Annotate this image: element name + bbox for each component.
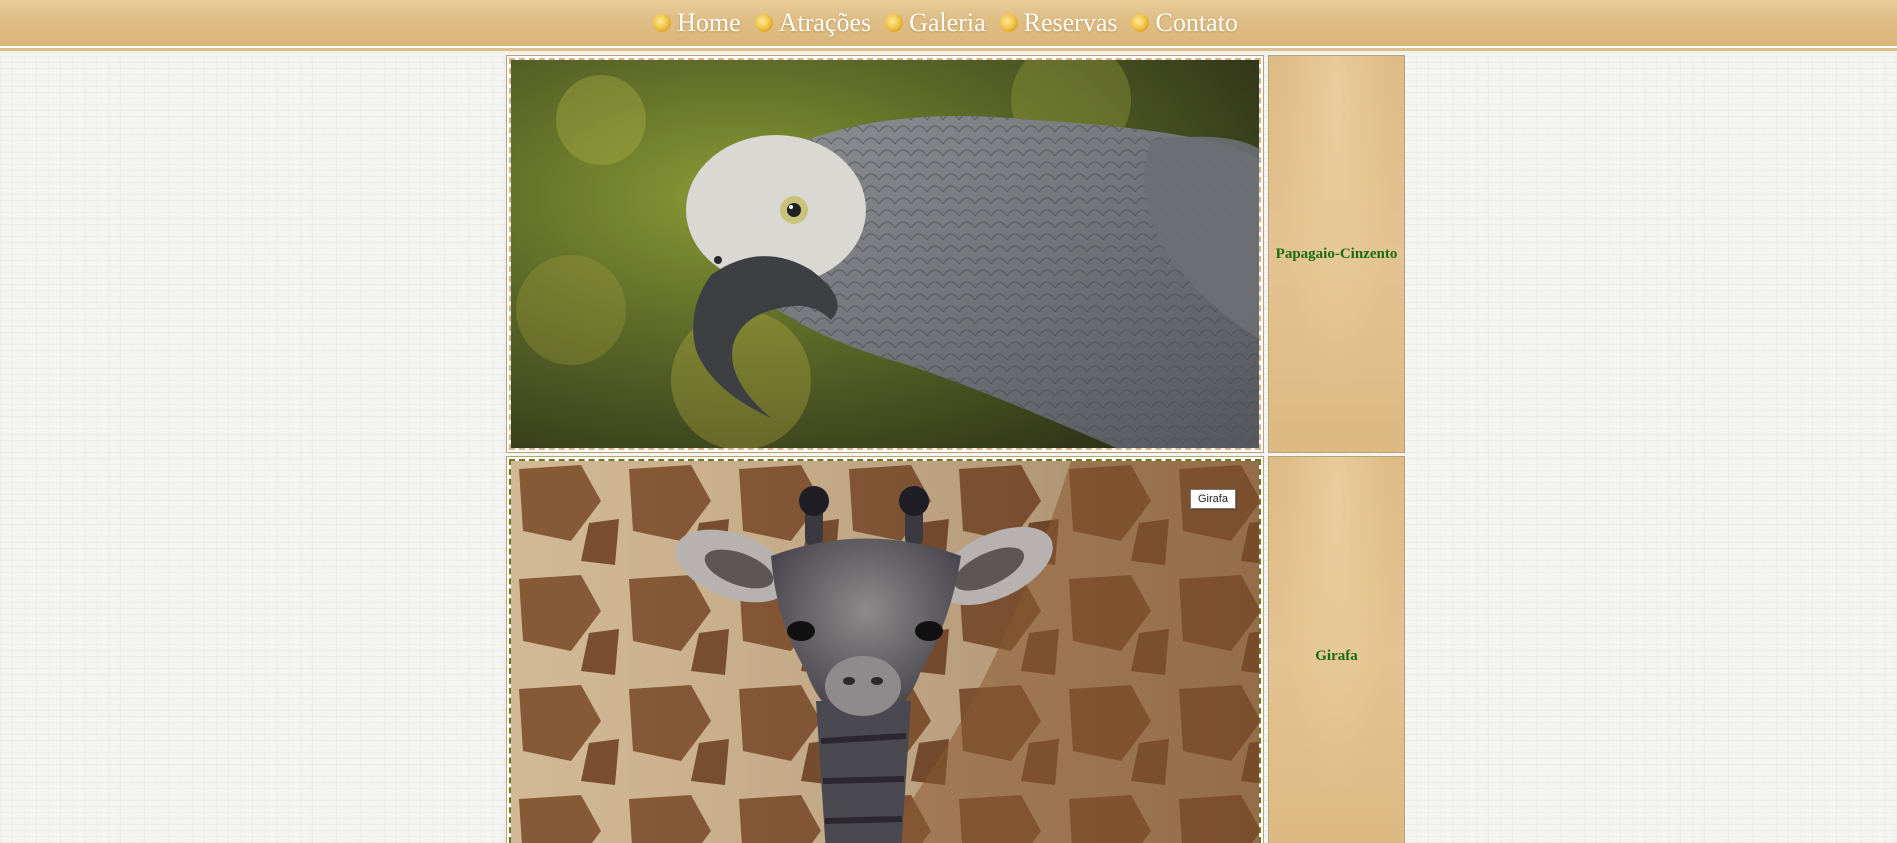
nav-label-galeria[interactable]: Galeria (909, 10, 986, 36)
nav-label-home[interactable]: Home (677, 10, 741, 36)
bullet-icon (754, 14, 773, 32)
photo-cell (506, 55, 1264, 453)
bullet-icon (653, 14, 672, 32)
name-cell: Girafa (1268, 456, 1405, 843)
nav-item-atracoes[interactable]: Atrações (754, 10, 871, 36)
nav-item-home[interactable]: Home (653, 10, 741, 36)
gallery-table: Papagaio-Cinzento Girafa Girafa (506, 55, 1410, 843)
nav-item-contato[interactable]: Contato (1131, 10, 1238, 36)
animal-name: Papagaio-Cinzento (1275, 245, 1398, 262)
top-navigation-bar: Home Atrações Galeria Reservas Contato (0, 0, 1897, 54)
nav-item-galeria[interactable]: Galeria (885, 10, 986, 36)
image-tooltip: Girafa (1190, 489, 1236, 509)
giraffe-photo[interactable]: Girafa (509, 459, 1261, 843)
nav-item-reservas[interactable]: Reservas (999, 10, 1118, 36)
bullet-icon (999, 14, 1018, 32)
giraffe-image (511, 461, 1259, 843)
nav-label-atracoes[interactable]: Atrações (779, 10, 871, 36)
bullet-icon (885, 14, 904, 32)
nav-label-reservas[interactable]: Reservas (1024, 10, 1118, 36)
bullet-icon (1131, 14, 1150, 32)
gallery-row: Girafa Girafa (506, 456, 1410, 843)
parrot-image (511, 60, 1259, 448)
parrot-photo[interactable] (509, 58, 1261, 450)
name-cell: Papagaio-Cinzento (1268, 55, 1405, 453)
photo-cell: Girafa (506, 456, 1264, 843)
nav-menu: Home Atrações Galeria Reservas Contato (0, 0, 1897, 46)
gallery-row: Papagaio-Cinzento (506, 55, 1410, 453)
animal-name: Girafa (1315, 647, 1358, 664)
nav-label-contato[interactable]: Contato (1155, 10, 1237, 36)
